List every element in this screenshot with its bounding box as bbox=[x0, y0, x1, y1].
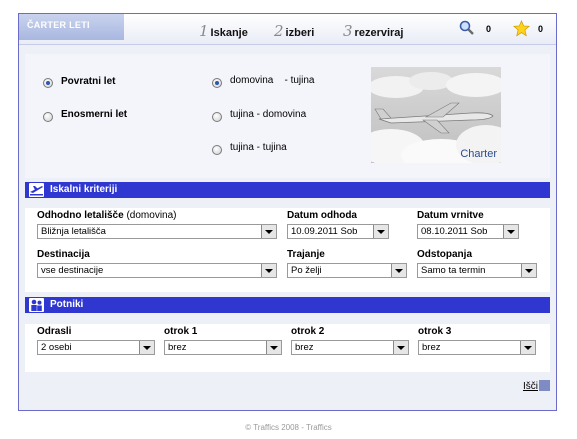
actions-bar: Išči bbox=[25, 372, 550, 402]
passengers-header: Potniki bbox=[25, 297, 550, 313]
departure-date-value: 10.09.2011 Sob bbox=[291, 226, 358, 237]
people-icon bbox=[29, 298, 44, 312]
adults-select[interactable]: 2 osebi bbox=[37, 340, 155, 355]
favorites-count: 0 bbox=[538, 24, 544, 34]
oneway-flight-label: Enosmerni let bbox=[61, 109, 128, 120]
footer-copyright: © Traffics 2008 - Traffics bbox=[245, 423, 332, 432]
step-number: 2 bbox=[274, 22, 284, 40]
step-number: 3 bbox=[343, 22, 353, 40]
chevron-down-icon[interactable] bbox=[266, 341, 281, 354]
chevron-down-icon[interactable] bbox=[520, 341, 535, 354]
star-icon[interactable] bbox=[512, 19, 531, 40]
chevron-down-icon[interactable] bbox=[393, 341, 408, 354]
header-bar: ČARTER LETI 1 Iskanje 2 izberi 3 rezerviraj… bbox=[19, 14, 556, 45]
departure-airport-select[interactable]: Bližnja letališča bbox=[37, 224, 277, 239]
route-abroad-abroad-radio[interactable] bbox=[212, 145, 222, 155]
chevron-down-icon[interactable] bbox=[521, 264, 536, 277]
brand-title: ČARTER LETI bbox=[19, 14, 124, 40]
route-abroad-home-radio[interactable] bbox=[212, 112, 222, 122]
destination-select[interactable]: vse destinacije bbox=[37, 263, 277, 278]
duration-label: Trajanje bbox=[287, 249, 325, 260]
step-label: rezerviraj bbox=[354, 27, 404, 39]
return-date-select[interactable]: 08.10.2011 Sob bbox=[417, 224, 519, 239]
step-select[interactable]: 2 izberi bbox=[274, 22, 314, 40]
route-home-abroad-radio[interactable] bbox=[212, 78, 222, 88]
destination-value: vse destinacije bbox=[41, 265, 104, 276]
child1-label: otrok 1 bbox=[164, 326, 198, 337]
departure-airport-hint: (domovina) bbox=[126, 210, 177, 221]
search-count: 0 bbox=[486, 24, 492, 34]
destination-label: Destinacija bbox=[37, 249, 90, 260]
child3-select[interactable]: brez bbox=[418, 340, 536, 355]
return-date-value: 08.10.2011 Sob bbox=[421, 226, 488, 237]
departure-airport-label: Odhodno letališče (domovina) bbox=[37, 210, 177, 221]
deviation-value: Samo ta termin bbox=[421, 265, 486, 276]
search-criteria-header: Iskalni kriteriji bbox=[25, 182, 550, 198]
departure-airport-label-text: Odhodno letališče bbox=[37, 210, 124, 221]
adults-value: 2 osebi bbox=[41, 342, 72, 353]
return-flight-radio[interactable] bbox=[43, 78, 53, 88]
child3-value: brez bbox=[422, 342, 441, 353]
step-number: 1 bbox=[199, 22, 209, 40]
step-label: izberi bbox=[285, 27, 315, 39]
route-abroad-abroad-label: tujina - tujina bbox=[230, 142, 287, 153]
chevron-down-icon[interactable] bbox=[503, 225, 518, 238]
step-reserve[interactable]: 3 rezerviraj bbox=[343, 22, 403, 40]
return-date-label: Datum vrnitve bbox=[417, 210, 484, 221]
charter-plane-image: Charter bbox=[371, 67, 501, 163]
search-button[interactable] bbox=[539, 380, 550, 391]
child2-select[interactable]: brez bbox=[291, 340, 409, 355]
child1-select[interactable]: brez bbox=[164, 340, 282, 355]
route-abroad-home-label: tujina - domovina bbox=[230, 109, 307, 120]
chevron-down-icon[interactable] bbox=[139, 341, 154, 354]
duration-select[interactable]: Po želji bbox=[287, 263, 407, 278]
departure-airport-value: Bližnja letališča bbox=[41, 226, 106, 237]
deviation-label: Odstopanja bbox=[417, 249, 473, 260]
child2-value: brez bbox=[295, 342, 314, 353]
return-flight-label: Povratni let bbox=[61, 76, 116, 87]
duration-value: Po želji bbox=[291, 265, 322, 276]
charter-search-panel: ČARTER LETI 1 Iskanje 2 izberi 3 rezerviraj… bbox=[18, 13, 557, 411]
step-label: Iskanje bbox=[210, 27, 248, 39]
passengers-title: Potniki bbox=[50, 299, 84, 310]
search-icon[interactable] bbox=[459, 20, 475, 39]
child3-label: otrok 3 bbox=[418, 326, 452, 337]
adults-label: Odrasli bbox=[37, 326, 72, 337]
step-search[interactable]: 1 Iskanje bbox=[199, 22, 248, 40]
child2-label: otrok 2 bbox=[291, 326, 325, 337]
deviation-select[interactable]: Samo ta termin bbox=[417, 263, 537, 278]
chevron-down-icon[interactable] bbox=[261, 225, 276, 238]
charter-image-label: Charter bbox=[460, 148, 497, 160]
chevron-down-icon[interactable] bbox=[391, 264, 406, 277]
chevron-down-icon[interactable] bbox=[373, 225, 388, 238]
passengers-section: Odrasli 2 osebi otrok 1 brez otrok 2 bre… bbox=[25, 324, 550, 374]
search-criteria-title: Iskalni kriteriji bbox=[50, 184, 118, 195]
search-link[interactable]: Išči bbox=[523, 381, 538, 392]
chevron-down-icon[interactable] bbox=[261, 264, 276, 277]
search-criteria-section: Odhodno letališče (domovina) Bližnja let… bbox=[25, 208, 550, 292]
airplane-icon bbox=[29, 183, 44, 197]
route-home-abroad-label: domovina - tujina bbox=[230, 75, 315, 86]
departure-date-label: Datum odhoda bbox=[287, 210, 357, 221]
child1-value: brez bbox=[168, 342, 187, 353]
oneway-flight-radio[interactable] bbox=[43, 112, 53, 122]
departure-date-select[interactable]: 10.09.2011 Sob bbox=[287, 224, 389, 239]
trip-type-section: Povratni let Enosmerni let domovina - tu… bbox=[25, 54, 550, 178]
